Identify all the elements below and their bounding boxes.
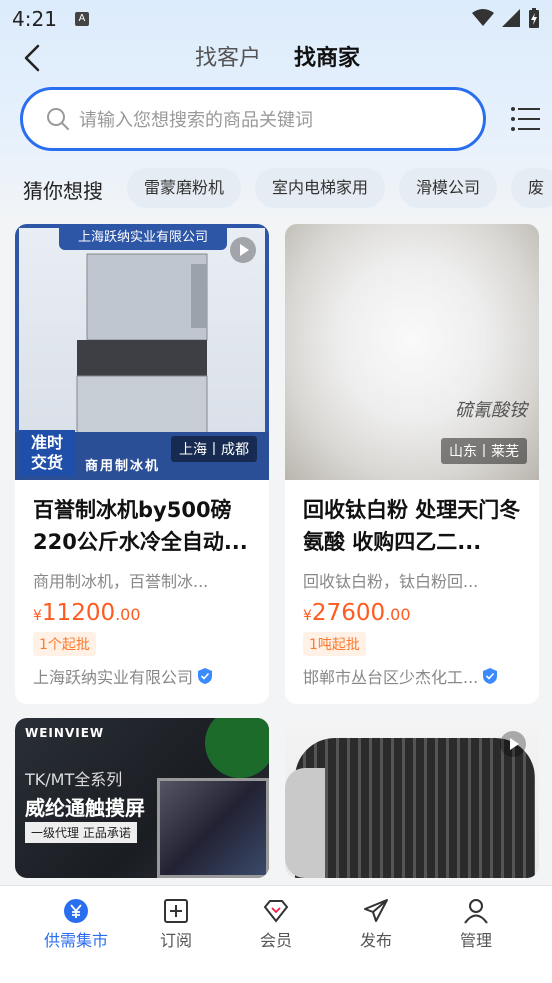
status-bar: 4:21 A [0,0,552,38]
price-integer: 27600 [311,600,386,626]
suggested-searches: 猜你想搜 雷蒙磨粉机 室内电梯家用 滑模公司 废 [0,166,552,210]
product-title: 百誉制冰机by500磅220公斤水冷全自动... [33,498,248,554]
company-name[interactable]: 上海跃纳实业有限公司 [33,664,251,688]
status-time: 4:21 [12,7,57,31]
search-input[interactable]: 请输入您想搜索的商品关键词 [20,87,486,151]
notification-a-icon: A [74,12,89,26]
nav-label: 供需集市 [43,931,108,950]
suggestion-chip[interactable]: 滑模公司 [399,168,498,208]
play-icon[interactable] [499,730,527,758]
price-decimal: .00 [115,605,141,624]
nav-label: 订阅 [159,931,192,950]
suggestion-chip[interactable]: 废 [511,168,552,208]
battery-icon [529,8,539,28]
image-subtitle: TK/MT全系列 [25,770,123,789]
suggestion-chip[interactable]: 雷蒙磨粉机 [127,168,242,208]
product-title: 回收钛白粉 处理天门冬氨酸 收购四乙二... [303,498,521,554]
product-info: 回收钛白粉 处理天门冬氨酸 收购四乙二... 回收钛白粉，钛白粉回... ¥ 2… [285,480,539,688]
price-symbol: ¥ [33,608,42,624]
plus-square-icon [164,899,188,923]
touchscreen-illustration [157,778,269,878]
product-image [285,718,539,878]
chevron-left-icon [24,44,40,72]
image-signature: 硫氰酸铵 [455,400,527,421]
image-tag: 一级代理 正品承诺 [25,822,137,843]
product-desc: 回收钛白粉，钛白粉回... [303,572,479,591]
image-caption: 商用制冰机 [85,459,161,474]
roller-illustration [295,738,535,878]
tab-find-merchant[interactable]: 找商家 [294,40,360,72]
company-label: 邯郸市丛台区少杰化工... [303,668,479,687]
nav-label: 管理 [459,931,492,950]
product-card[interactable]: 上海跃纳实业有限公司 准时 交货 商用制冰机 上海丨成都 百誉制冰机by500磅… [15,224,269,704]
list-menu-button[interactable] [510,105,540,133]
paper-plane-icon [364,899,388,922]
bottom-nav: 供需集市 订阅 会员 发布 管理 [0,885,552,983]
badge-line: 交货 [30,453,63,472]
product-price: ¥ 11200 .00 [33,600,251,626]
nav-publish[interactable]: 发布 [336,898,416,951]
company-label: 上海跃纳实业有限公司 [33,668,194,687]
product-card[interactable]: WEINVIEW TK/MT全系列 威纶通触摸屏 一级代理 正品承诺 [15,718,269,878]
roller-end-cap [285,768,325,878]
nav-market[interactable]: 供需集市 [36,898,116,951]
suggestion-chips: 雷蒙磨粉机 室内电梯家用 滑模公司 废 [127,168,552,208]
search-icon [47,108,69,130]
wifi-icon [472,9,494,26]
suggestion-chip[interactable]: 室内电梯家用 [255,168,386,208]
image-banner: 上海跃纳实业有限公司 [59,226,227,250]
min-order-tag: 1个起批 [33,632,96,656]
search-placeholder: 请输入您想搜索的商品关键词 [79,110,313,131]
price-symbol: ¥ [303,608,312,624]
min-order-tag: 1吨起批 [303,632,366,656]
brand-logo: WEINVIEW [25,726,105,740]
verified-icon [483,668,498,684]
product-desc: 商用制冰机，百誉制冰... [33,572,209,591]
verified-icon [198,668,213,684]
product-image: WEINVIEW TK/MT全系列 威纶通触摸屏 一级代理 正品承诺 [15,718,269,878]
user-icon [464,899,488,924]
nav-manage[interactable]: 管理 [436,898,516,951]
product-price: ¥ 27600 .00 [303,600,521,626]
nav-bar: 找客户 找商家 [0,38,552,78]
nav-label: 发布 [359,931,392,950]
leaf-decoration [205,718,269,778]
search-row: 请输入您想搜索的商品关键词 [20,87,540,151]
play-icon[interactable] [229,236,257,264]
diamond-icon [263,900,289,923]
status-icons [472,8,540,28]
signal-icon [502,9,520,27]
product-image: 硫氰酸铵 山东丨莱芜 [285,224,539,480]
product-card[interactable] [285,718,539,878]
company-name[interactable]: 邯郸市丛台区少杰化工... [303,664,521,688]
tab-find-customer[interactable]: 找客户 [195,40,261,72]
back-button[interactable] [18,42,48,74]
yen-icon [64,899,88,923]
nav-subscribe[interactable]: 订阅 [136,898,216,951]
location-tag: 上海丨成都 [171,436,257,462]
product-image: 上海跃纳实业有限公司 准时 交货 商用制冰机 上海丨成都 [15,224,269,480]
price-decimal: .00 [385,605,411,624]
badge-line: 准时 [30,433,63,452]
image-headline: 威纶通触摸屏 [25,796,145,820]
product-card[interactable]: 硫氰酸铵 山东丨莱芜 回收钛白粉 处理天门冬氨酸 收购四乙二... 回收钛白粉，… [285,224,539,704]
delivery-badge: 准时 交货 [19,430,75,476]
nav-label: 会员 [259,931,292,950]
location-tag: 山东丨莱芜 [441,438,527,464]
list-icon [511,107,540,131]
price-integer: 11200 [41,600,116,626]
product-info: 百誉制冰机by500磅220公斤水冷全自动... 商用制冰机，百誉制冰... ¥… [15,480,269,688]
suggested-title: 猜你想搜 [23,179,103,203]
nav-member[interactable]: 会员 [236,898,316,951]
